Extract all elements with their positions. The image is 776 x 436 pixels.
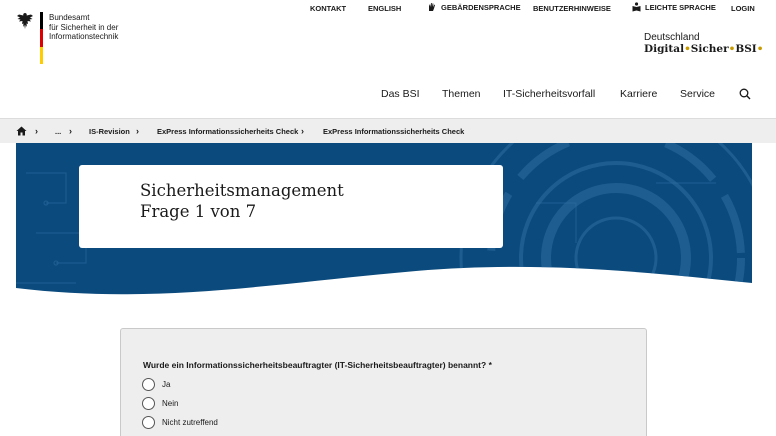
- question-progress: Frage 1 von 7: [140, 202, 257, 221]
- page-title: Sicherheitsmanagement: [140, 181, 344, 200]
- option-nicht-zutreffend-label: Nicht zutreffend: [162, 418, 218, 427]
- kontakt-label: KONTAKT: [310, 4, 347, 13]
- breadcrumb: › ... › IS-Revision › ExPress Informatio…: [0, 118, 776, 143]
- radio-nein[interactable]: [142, 397, 155, 410]
- gebaerdensprache-link[interactable]: GEBÄRDENSPRACHE: [427, 2, 521, 12]
- nav-item-karriere[interactable]: Karriere: [620, 88, 657, 100]
- hero-title-card: Sicherheitsmanagement Frage 1 von 7: [79, 165, 503, 248]
- logo-text: Bundesamt für Sicherheit in der Informat…: [49, 13, 118, 64]
- sign-language-icon: [429, 3, 435, 11]
- radio-ja[interactable]: [142, 378, 155, 391]
- gebaerdensprache-label: GEBÄRDENSPRACHE: [441, 2, 521, 12]
- federal-eagle-icon: [17, 13, 33, 29]
- radio-nicht-zutreffend[interactable]: [142, 416, 155, 429]
- chevron-right-icon: ›: [69, 126, 72, 136]
- benutzerhinweise-label: BENUTZERHINWEISE: [533, 4, 611, 13]
- bsi-logo[interactable]: Bundesamt für Sicherheit in der Informat…: [16, 12, 118, 64]
- brand-line-2: Digital•Sicher•BSI•: [644, 43, 763, 55]
- chevron-right-icon: ›: [136, 126, 139, 136]
- logo-line-2: für Sicherheit in der: [49, 22, 119, 32]
- breadcrumb-is-revision[interactable]: IS-Revision: [89, 127, 130, 136]
- leichte-sprache-link[interactable]: LEICHTE SPRACHE: [632, 2, 716, 12]
- easy-language-icon: [632, 2, 641, 12]
- brand-dot: •: [684, 43, 691, 55]
- breadcrumb-express-check[interactable]: ExPress Informationssicherheits Check: [157, 127, 298, 136]
- chevron-right-icon: ›: [301, 126, 304, 136]
- question-form: Wurde ein Informationssicherheitsbeauftr…: [120, 328, 647, 436]
- digital-sicher-bsi-brand[interactable]: Deutschland Digital•Sicher•BSI•: [644, 32, 763, 55]
- english-link[interactable]: ENGLISH: [368, 4, 401, 13]
- option-nein-label: Nein: [162, 399, 179, 408]
- german-flag-bar: [40, 12, 43, 64]
- benutzerhinweise-link[interactable]: BENUTZERHINWEISE: [533, 4, 611, 13]
- nav-item-it-sicherheitsvorfall[interactable]: IT-Sicherheitsvorfall: [503, 88, 595, 100]
- login-link[interactable]: LOGIN: [731, 4, 755, 13]
- breadcrumb-current: ExPress Informationssicherheits Check: [323, 127, 465, 136]
- breadcrumb-ellipsis[interactable]: ...: [55, 127, 61, 136]
- option-nicht-zutreffend[interactable]: Nicht zutreffend: [142, 416, 218, 429]
- login-label: LOGIN: [731, 4, 755, 13]
- brand-line-1: Deutschland: [644, 32, 700, 43]
- main-navigation: Das BSI Themen IT-Sicherheitsvorfall Kar…: [0, 88, 776, 102]
- question-label: Wurde ein Informationssicherheitsbeauftr…: [143, 360, 492, 370]
- nav-item-das-bsi[interactable]: Das BSI: [381, 88, 420, 100]
- brand-word-digital: Digital: [644, 43, 685, 55]
- home-icon[interactable]: [16, 126, 27, 136]
- nav-item-service[interactable]: Service: [680, 88, 715, 100]
- english-label: ENGLISH: [368, 4, 402, 13]
- chevron-right-icon: ›: [35, 126, 38, 136]
- brand-dot: •: [756, 43, 764, 55]
- nav-item-themen[interactable]: Themen: [442, 88, 481, 100]
- leichte-sprache-label: LEICHTE SPRACHE: [645, 2, 716, 12]
- option-nein[interactable]: Nein: [142, 397, 178, 410]
- option-ja[interactable]: Ja: [142, 378, 170, 391]
- search-icon[interactable]: [739, 88, 751, 100]
- kontakt-link[interactable]: KONTAKT: [310, 4, 346, 13]
- logo-line-1: Bundesamt: [49, 13, 90, 22]
- logo-line-3: Informationstechnik: [49, 32, 119, 41]
- brand-word-sicher: Sicher: [690, 43, 729, 55]
- option-ja-label: Ja: [162, 380, 171, 389]
- brand-word-bsi: BSI: [735, 43, 757, 55]
